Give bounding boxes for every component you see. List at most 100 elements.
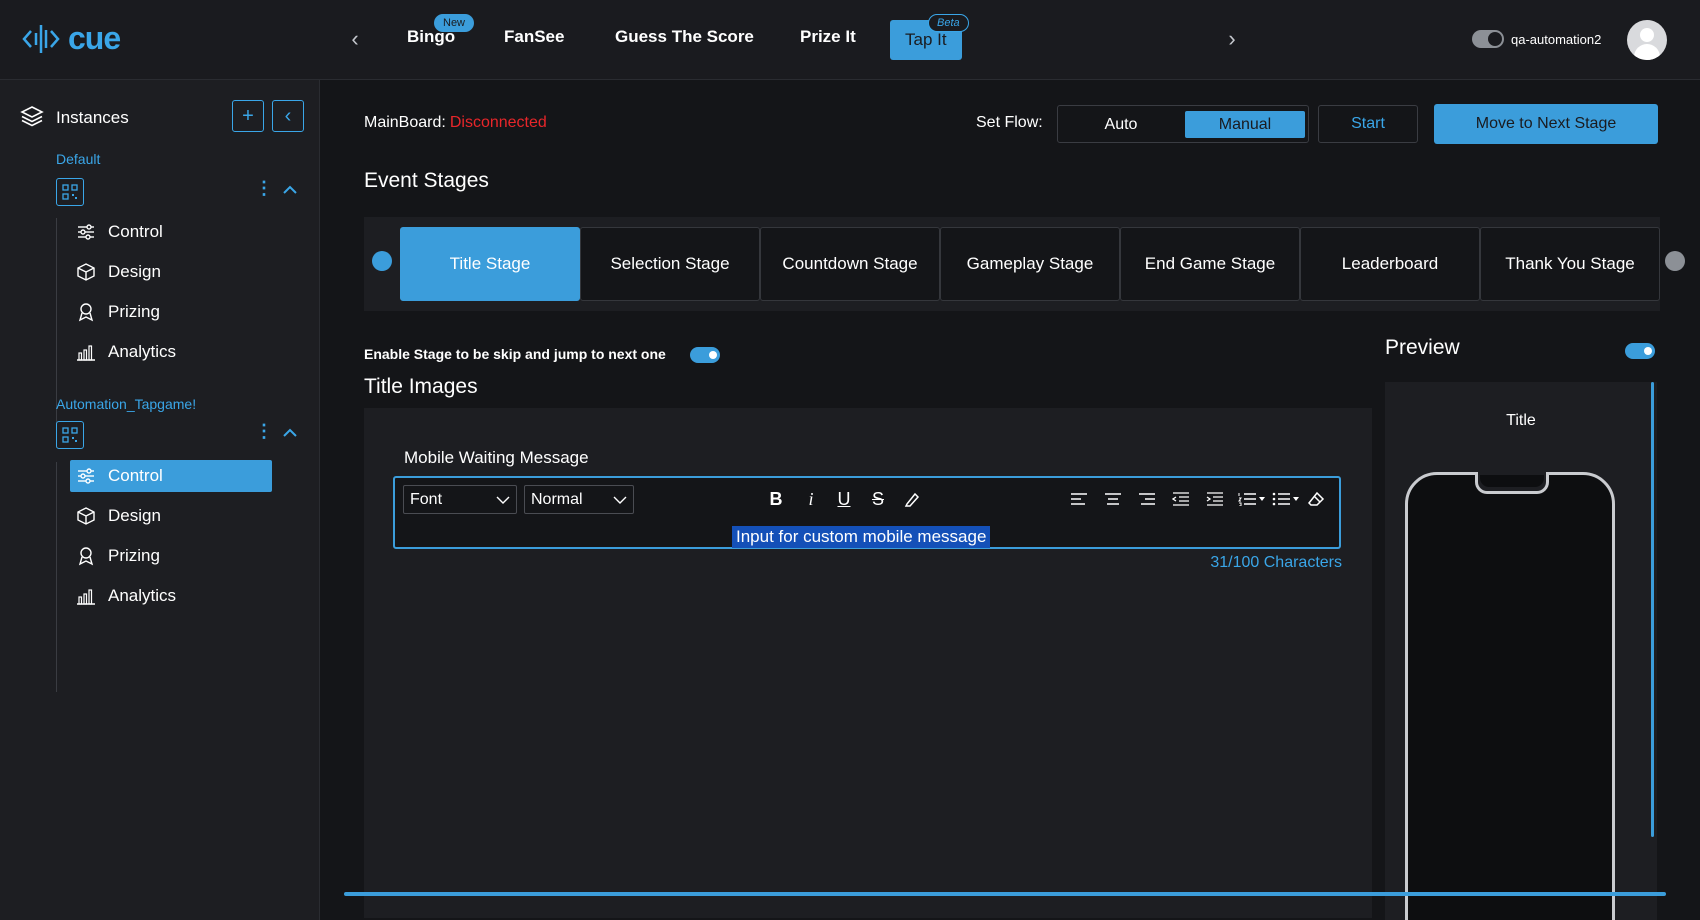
preview-heading: Preview (1385, 336, 1460, 359)
palette-icon (77, 507, 95, 525)
skip-stage-toggle[interactable] (690, 347, 720, 363)
flow-segmented-control: Auto Manual (1057, 105, 1309, 143)
tab-leaderboard[interactable]: Leaderboard (1300, 227, 1480, 301)
tab-end-game-stage[interactable]: End Game Stage (1120, 227, 1300, 301)
bar-chart-icon (77, 345, 95, 361)
tab-countdown-stage[interactable]: Countdown Stage (760, 227, 940, 301)
theme-toggle[interactable] (1472, 30, 1504, 48)
vertical-scrollbar[interactable] (1651, 382, 1654, 837)
cue-logo[interactable]: cue (22, 20, 121, 57)
tab-tap-it-label: Tap It (905, 30, 947, 49)
flow-manual-option[interactable]: Manual (1185, 111, 1305, 138)
sidebar-item-prizing[interactable]: Prizing (70, 296, 272, 328)
size-select[interactable]: Normal (524, 485, 634, 514)
start-button[interactable]: Start (1318, 105, 1418, 143)
sidebar-item-label: Control (108, 466, 163, 485)
sliders-icon (78, 468, 94, 484)
tab-prize-it-label: Prize It (800, 27, 856, 46)
sidebar-item-prizing[interactable]: Prizing (70, 540, 272, 572)
qr-code-icon (62, 427, 78, 443)
move-to-next-stage-button[interactable]: Move to Next Stage (1434, 104, 1658, 144)
add-instance-button[interactable]: + (232, 100, 264, 132)
bullet-list-icon[interactable] (1271, 488, 1301, 510)
indent-icon[interactable] (1204, 488, 1226, 510)
qr-code-button[interactable] (56, 178, 84, 206)
skip-stage-label: Enable Stage to be skip and jump to next… (364, 346, 666, 362)
character-count: 31/100 Characters (1210, 554, 1342, 571)
sidebar-item-control[interactable]: Control (70, 460, 272, 492)
clear-format-icon[interactable] (1306, 488, 1328, 510)
chevron-up-icon[interactable] (282, 427, 298, 439)
underline-icon[interactable]: U (833, 488, 855, 510)
title-images-heading: Title Images (364, 375, 478, 398)
tree-line (56, 218, 57, 448)
highlighter-icon[interactable] (901, 488, 923, 510)
set-flow-label: Set Flow: (976, 114, 1043, 131)
flow-auto-option[interactable]: Auto (1061, 111, 1181, 138)
layers-icon (20, 106, 44, 127)
stage-scroll-left-dot[interactable] (372, 251, 392, 271)
user-name: qa-automation2 (1511, 32, 1602, 47)
tab-gameplay-stage[interactable]: Gameplay Stage (940, 227, 1120, 301)
align-center-icon[interactable] (1102, 488, 1124, 510)
instance-name-automation-tapgame[interactable]: Automation_Tapgame! (56, 396, 196, 412)
horizontal-scrollbar[interactable] (344, 892, 1666, 896)
tab-selection-stage[interactable]: Selection Stage (580, 227, 760, 301)
preview-panel: Title (1385, 382, 1657, 920)
instance-name-default[interactable]: Default (56, 151, 100, 167)
plus-icon: + (242, 104, 254, 127)
qr-code-button[interactable] (56, 421, 84, 449)
strikethrough-icon[interactable]: S (867, 488, 889, 510)
avatar-head (1640, 28, 1654, 42)
phone-notch (1475, 472, 1549, 494)
main-content: MainBoard: Disconnected Set Flow: Auto Ma… (321, 80, 1700, 920)
size-select-value: Normal (531, 491, 583, 508)
font-select-value: Font (410, 491, 443, 508)
sidebar-item-control[interactable]: Control (70, 216, 272, 248)
avatar-body (1634, 44, 1660, 60)
chevron-up-icon[interactable] (282, 184, 298, 196)
preview-screen-title: Title (1506, 412, 1536, 429)
beta-badge: Beta (928, 14, 969, 32)
avatar[interactable] (1627, 20, 1667, 60)
font-select[interactable]: Font (403, 485, 517, 514)
tab-guess-the-score[interactable]: Guess The Score (615, 27, 754, 47)
nav-prev-arrow-icon[interactable]: ‹ (345, 26, 365, 52)
kebab-menu-icon[interactable]: ⋮ (255, 422, 273, 440)
bar-chart-icon (77, 589, 95, 605)
sidebar-item-label: Design (108, 262, 161, 281)
editor-content[interactable]: Input for custom mobile message (732, 526, 991, 548)
award-icon (78, 547, 94, 566)
tab-title-stage[interactable]: Title Stage (400, 227, 580, 301)
sidebar-item-design[interactable]: Design (70, 500, 272, 532)
tree-line (56, 462, 57, 692)
title-images-panel: Mobile Waiting Message Font Normal B i U… (364, 408, 1372, 918)
sidebar-item-analytics[interactable]: Analytics (70, 580, 272, 612)
sidebar-item-label: Control (108, 222, 163, 241)
mobile-waiting-message-label: Mobile Waiting Message (404, 448, 589, 467)
palette-icon (77, 263, 95, 281)
sidebar-item-label: Analytics (108, 586, 177, 605)
sidebar-item-label: Prizing (108, 302, 160, 321)
outdent-icon[interactable] (1170, 488, 1192, 510)
kebab-menu-icon[interactable]: ⋮ (255, 179, 273, 197)
ordered-list-icon[interactable] (1237, 488, 1267, 510)
sliders-icon (78, 224, 94, 240)
top-bar: cue ‹ Bingo New FanSee Guess The Score P… (0, 0, 1700, 80)
mainboard-label: MainBoard: (364, 114, 446, 131)
collapse-sidebar-button[interactable]: ‹ (272, 100, 304, 132)
stage-scroll-right-dot[interactable] (1665, 251, 1685, 271)
sidebar-item-analytics[interactable]: Analytics (70, 336, 272, 368)
italic-icon[interactable]: i (800, 488, 822, 510)
bold-icon[interactable]: B (765, 488, 787, 510)
waveform-icon (22, 24, 60, 53)
align-right-icon[interactable] (1136, 488, 1158, 510)
nav-next-arrow-icon[interactable]: › (1222, 26, 1242, 52)
tab-fansee[interactable]: FanSee (504, 27, 564, 47)
sidebar-item-label: Analytics (108, 342, 177, 361)
preview-toggle[interactable] (1625, 343, 1655, 359)
align-left-icon[interactable] (1068, 488, 1090, 510)
sidebar-item-design[interactable]: Design (70, 256, 272, 288)
tab-prize-it[interactable]: Prize It (800, 27, 856, 47)
tab-thank-you-stage[interactable]: Thank You Stage (1480, 227, 1660, 301)
